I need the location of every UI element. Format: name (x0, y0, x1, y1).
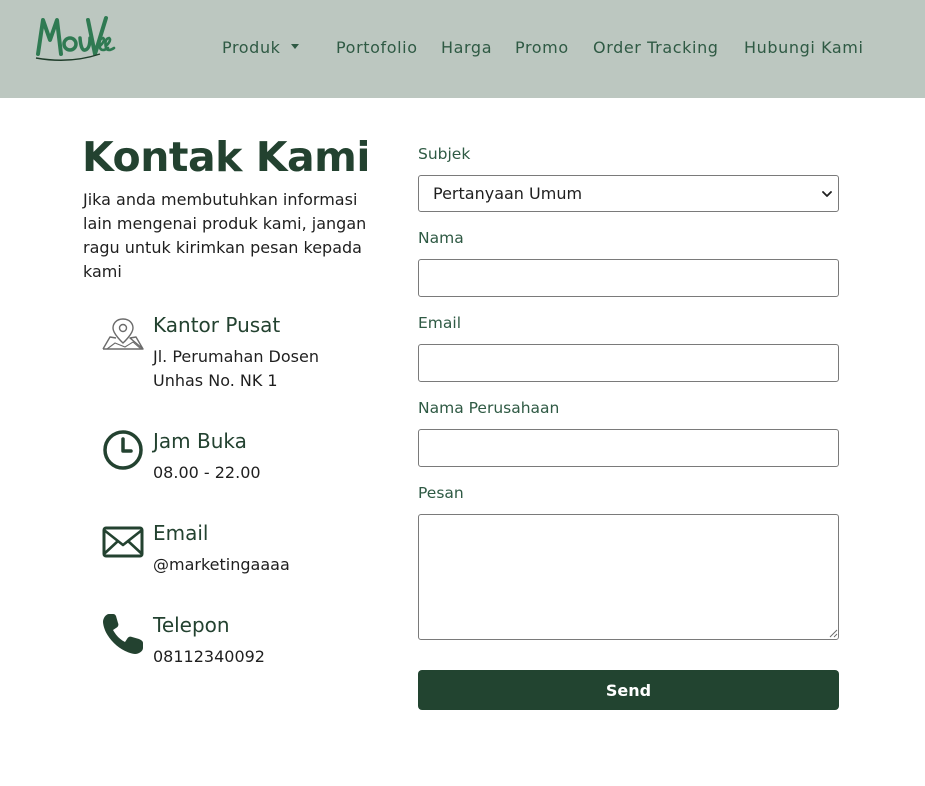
email-value: @marketingaaaa (153, 555, 290, 574)
email-field[interactable] (418, 344, 839, 382)
name-label: Nama (418, 229, 464, 247)
hours-value: 08.00 - 22.00 (153, 463, 261, 482)
mouvee-logo[interactable] (30, 10, 116, 66)
company-field[interactable] (418, 429, 839, 467)
subject-select[interactable]: Pertanyaan Umum (418, 175, 839, 212)
office-address: Jl. Perumahan Dosen Unhas No. NK 1 (153, 347, 319, 390)
chevron-down-icon (822, 191, 832, 197)
hours-title: Jam Buka (153, 429, 247, 453)
map-pin-icon (102, 318, 144, 350)
phone-title: Telepon (153, 613, 230, 637)
office-title: Kantor Pusat (153, 313, 281, 337)
subject-label: Subjek (418, 145, 471, 163)
subject-selected-value: Pertanyaan Umum (433, 184, 583, 203)
navbar: Produk Portofolio Harga Promo Order Trac… (0, 0, 925, 98)
name-field[interactable] (418, 259, 839, 297)
email-title: Email (153, 521, 209, 545)
page-title: Kontak Kami (82, 133, 370, 181)
nav-promo[interactable]: Promo (515, 38, 569, 57)
nav-produk-label: Produk (222, 38, 281, 57)
message-label: Pesan (418, 484, 464, 502)
nav-portofolio[interactable]: Portofolio (336, 38, 418, 57)
nav-produk-dropdown[interactable]: Produk (222, 38, 299, 57)
nav-hubungi-kami[interactable]: Hubungi Kami (744, 38, 864, 57)
send-button[interactable]: Send (418, 670, 839, 710)
resize-grip-icon[interactable] (828, 628, 838, 638)
intro-text: Jika anda membutuhkan informasi lain men… (83, 190, 367, 281)
email-label: Email (418, 314, 462, 332)
nav-order-tracking[interactable]: Order Tracking (593, 38, 719, 57)
clock-icon (103, 430, 143, 470)
caret-down-icon (290, 44, 299, 49)
phone-icon (103, 614, 143, 654)
message-field[interactable] (418, 514, 839, 640)
phone-value: 08112340092 (153, 647, 265, 666)
envelope-icon (102, 526, 144, 558)
nav-harga[interactable]: Harga (441, 38, 492, 57)
company-label: Nama Perusahaan (418, 399, 560, 417)
